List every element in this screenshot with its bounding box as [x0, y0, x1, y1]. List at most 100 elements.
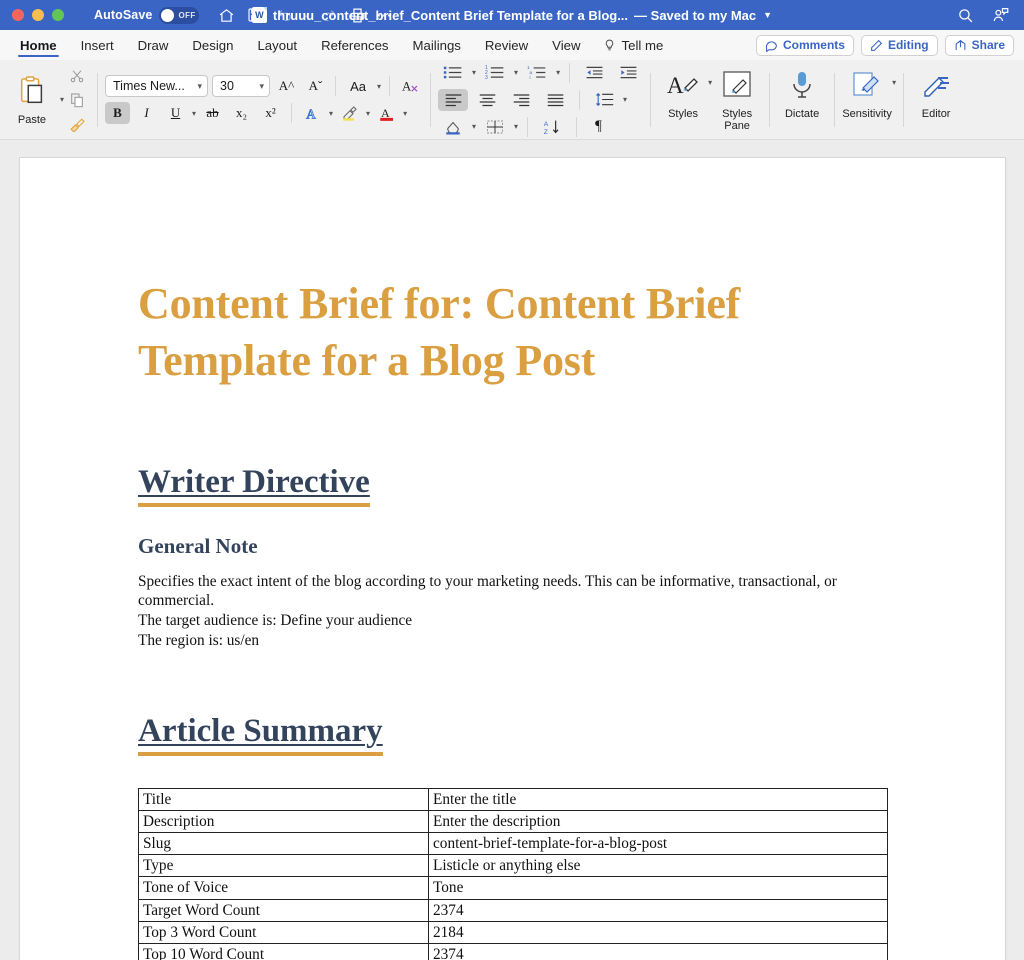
svg-text:Z: Z: [543, 129, 547, 135]
cut-scissors-icon[interactable]: [64, 65, 90, 87]
tab-references[interactable]: References: [309, 30, 400, 60]
increase-indent-icon[interactable]: [613, 62, 643, 84]
text-effects-button[interactable]: A: [300, 102, 325, 124]
save-status-label: — Saved to my Mac: [634, 7, 757, 23]
maximize-window-button[interactable]: [52, 9, 64, 21]
tab-insert[interactable]: Insert: [69, 30, 126, 60]
align-left-icon[interactable]: [438, 88, 469, 111]
tab-layout[interactable]: Layout: [245, 30, 309, 60]
search-icon[interactable]: [952, 2, 978, 28]
article-summary-table[interactable]: Title Enter the title Description Enter …: [138, 787, 888, 960]
subscript-button[interactable]: x₂: [229, 102, 254, 124]
tab-review[interactable]: Review: [473, 30, 540, 60]
dictate-button[interactable]: Dictate: [777, 64, 827, 136]
text-effects-caret-icon[interactable]: ▾: [329, 109, 333, 118]
decrease-indent-icon[interactable]: [579, 62, 609, 84]
autosave-toggle-knob: [161, 8, 175, 22]
autosave-control[interactable]: AutoSave OFF: [94, 6, 200, 24]
tab-draw[interactable]: Draw: [126, 30, 181, 60]
italic-button[interactable]: I: [134, 102, 159, 124]
numbered-list-caret-icon[interactable]: ▾: [514, 68, 518, 77]
table-row[interactable]: Slug content-brief-template-for-a-blog-p…: [138, 832, 888, 856]
tell-me-search[interactable]: Tell me: [593, 30, 674, 60]
grow-font-button[interactable]: A^: [274, 75, 299, 97]
table-row[interactable]: Target Word Count 2374: [138, 898, 888, 922]
lightbulb-icon: [603, 38, 616, 52]
underline-caret-icon[interactable]: ▾: [192, 109, 196, 118]
format-painter-icon[interactable]: [64, 113, 90, 135]
tell-me-label: Tell me: [621, 37, 664, 53]
font-color-button[interactable]: A: [374, 102, 399, 124]
document-title: thruuu_content_brief_Content Brief Templ…: [272, 7, 629, 23]
strikethrough-button[interactable]: ab: [200, 102, 225, 124]
share-button[interactable]: Share: [944, 34, 1014, 56]
bullet-list-caret-icon[interactable]: ▾: [472, 68, 476, 77]
borders-caret-icon[interactable]: ▾: [514, 122, 518, 131]
shading-caret-icon[interactable]: ▾: [472, 122, 476, 131]
borders-icon[interactable]: [480, 116, 510, 138]
justify-icon[interactable]: [540, 89, 570, 111]
tab-mailings[interactable]: Mailings: [401, 30, 473, 60]
line-spacing-caret-icon[interactable]: ▾: [623, 95, 627, 104]
shading-icon[interactable]: [438, 116, 468, 138]
table-cell-key: Top 3 Word Count: [138, 920, 429, 944]
numbered-list-icon[interactable]: 123: [480, 62, 510, 84]
sensitivity-icon: [851, 70, 883, 105]
comments-button[interactable]: Comments: [755, 34, 854, 56]
editing-button[interactable]: Editing: [860, 34, 938, 56]
multilevel-list-caret-icon[interactable]: ▾: [556, 68, 560, 77]
show-formatting-marks-button[interactable]: ¶: [586, 116, 611, 138]
ribbon-tab-bar: Home Insert Draw Design Layout Reference…: [0, 30, 1024, 60]
font-color-caret-icon[interactable]: ▾: [403, 109, 407, 118]
sensitivity-button[interactable]: Sensitivity: [842, 64, 892, 136]
copy-icon[interactable]: [64, 89, 90, 111]
table-row[interactable]: Title Enter the title: [138, 787, 888, 812]
table-row[interactable]: Type Listicle or anything else: [138, 854, 888, 878]
close-window-button[interactable]: [12, 9, 24, 21]
superscript-button[interactable]: x²: [258, 102, 283, 124]
tab-design[interactable]: Design: [180, 30, 245, 60]
tab-view[interactable]: View: [540, 30, 592, 60]
sensitivity-caret-icon[interactable]: ▾: [892, 78, 896, 87]
table-cell-key: Target Word Count: [138, 898, 429, 922]
document-page[interactable]: Content Brief for: Content Brief Templat…: [20, 158, 1005, 960]
group-separator: [834, 72, 836, 127]
styles-button[interactable]: A Styles: [658, 64, 708, 136]
table-cell-key: Slug: [138, 832, 429, 856]
table-row[interactable]: Description Enter the description: [138, 810, 888, 834]
table-cell-value: 2374: [428, 942, 888, 960]
change-case-button[interactable]: Aa: [343, 75, 373, 97]
bold-button[interactable]: B: [105, 102, 131, 124]
table-row[interactable]: Top 3 Word Count 2184: [138, 920, 888, 944]
editor-button[interactable]: Editor: [911, 64, 961, 136]
line-spacing-icon[interactable]: [589, 89, 619, 111]
change-case-caret-icon[interactable]: ▾: [377, 82, 381, 91]
multilevel-list-icon[interactable]: 1ai: [522, 62, 552, 84]
table-cell-key: Title: [138, 787, 429, 812]
autosave-toggle[interactable]: OFF: [159, 6, 200, 24]
font-name-combobox[interactable]: Times New... ▾: [105, 75, 209, 97]
align-right-icon[interactable]: [506, 89, 536, 111]
styles-pane-button[interactable]: Styles Pane: [712, 64, 762, 136]
document-canvas[interactable]: Content Brief for: Content Brief Templat…: [0, 140, 1024, 960]
table-row[interactable]: Tone of Voice Tone: [138, 876, 888, 900]
shrink-font-button[interactable]: Aˇ: [303, 75, 328, 97]
collaborators-icon[interactable]: [988, 2, 1014, 28]
underline-button[interactable]: U: [163, 102, 188, 124]
highlight-caret-icon[interactable]: ▾: [366, 109, 370, 118]
paste-button[interactable]: Paste: [6, 74, 58, 126]
title-chevron-down-icon[interactable]: ▼: [763, 10, 772, 20]
table-row[interactable]: Top 10 Word Count 2374: [138, 942, 888, 960]
highlight-icon[interactable]: [337, 102, 362, 124]
minimize-window-button[interactable]: [32, 9, 44, 21]
sort-icon[interactable]: AZ: [537, 116, 567, 138]
align-center-icon[interactable]: [472, 89, 502, 111]
tab-home[interactable]: Home: [8, 30, 69, 60]
home-icon[interactable]: [213, 2, 239, 28]
svg-text:i: i: [530, 75, 531, 80]
font-size-combobox[interactable]: 30 ▾: [212, 75, 271, 97]
clear-formatting-icon[interactable]: A: [398, 75, 423, 97]
word-document-icon: W: [251, 7, 267, 23]
bullet-list-icon[interactable]: [438, 62, 468, 84]
clipboard-group: Paste ▾: [6, 64, 90, 136]
